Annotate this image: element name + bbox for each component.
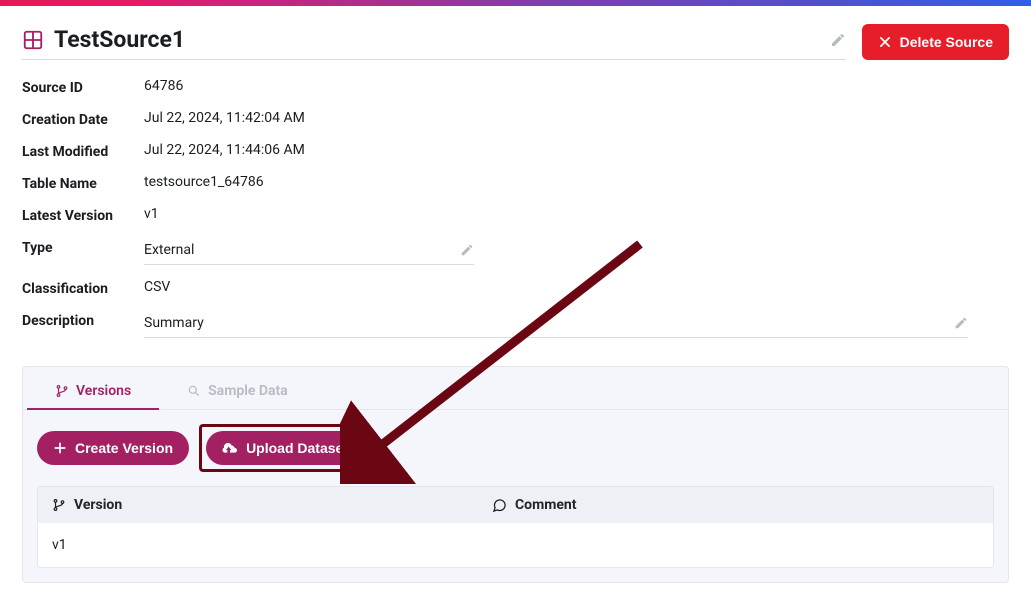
cloud-upload-icon	[222, 441, 238, 455]
close-icon	[878, 35, 892, 49]
source-id-value: 64786	[144, 78, 1009, 96]
versions-table: Version Comment v1	[37, 486, 994, 568]
create-version-button[interactable]: Create Version	[37, 431, 189, 465]
delete-source-label: Delete Source	[900, 34, 993, 50]
description-label: Description	[22, 311, 144, 338]
branch-icon	[55, 384, 69, 398]
row-comment-value	[492, 537, 979, 553]
comment-icon	[492, 498, 507, 513]
tab-sample-data[interactable]: Sample Data	[179, 377, 296, 409]
col-header-comment: Comment	[492, 497, 979, 513]
last-modified-value: Jul 22, 2024, 11:44:06 AM	[144, 142, 1009, 160]
branch-icon	[52, 498, 66, 512]
description-field[interactable]: Summary	[144, 311, 1009, 338]
meta-table: Source ID 64786 Creation Date Jul 22, 20…	[22, 78, 1009, 338]
classification-label: Classification	[22, 279, 144, 297]
description-value: Summary	[144, 315, 954, 331]
source-id-label: Source ID	[22, 78, 144, 96]
tabs-card: Versions Sample Data Create Version Uplo…	[22, 366, 1009, 583]
table-row[interactable]: v1	[38, 523, 993, 567]
last-modified-label: Last Modified	[22, 142, 144, 160]
create-version-label: Create Version	[75, 440, 173, 456]
latest-version-value: v1	[144, 206, 1009, 224]
row-version-value: v1	[52, 537, 492, 553]
type-value: External	[144, 242, 460, 258]
tab-versions-label: Versions	[76, 383, 131, 399]
title-block: TestSource1	[22, 24, 846, 60]
tab-sample-data-label: Sample Data	[208, 383, 288, 399]
edit-description-icon[interactable]	[954, 316, 968, 330]
button-row: Create Version Upload Dataset	[23, 410, 1008, 486]
latest-version-label: Latest Version	[22, 206, 144, 224]
search-data-icon	[187, 384, 201, 398]
header-row: TestSource1 Delete Source	[22, 24, 1009, 60]
col-version-label: Version	[74, 497, 122, 513]
type-label: Type	[22, 238, 144, 265]
creation-date-value: Jul 22, 2024, 11:42:04 AM	[144, 110, 1009, 128]
tab-versions[interactable]: Versions	[47, 377, 139, 409]
creation-date-label: Creation Date	[22, 110, 144, 128]
page-title: TestSource1	[54, 26, 820, 53]
classification-value: CSV	[144, 279, 1009, 297]
col-comment-label: Comment	[515, 497, 576, 513]
table-header: Version Comment	[38, 487, 993, 523]
edit-title-icon[interactable]	[830, 32, 846, 48]
tabs-row: Versions Sample Data	[23, 367, 1008, 410]
type-field[interactable]: External	[144, 238, 1009, 265]
plus-icon	[53, 441, 67, 455]
table-name-value: testsource1_64786	[144, 174, 1009, 192]
edit-type-icon[interactable]	[460, 243, 474, 257]
col-header-version: Version	[52, 497, 492, 513]
delete-source-button[interactable]: Delete Source	[862, 24, 1009, 60]
table-name-label: Table Name	[22, 174, 144, 192]
upload-dataset-label: Upload Dataset	[246, 440, 348, 456]
grid-icon	[22, 29, 44, 51]
upload-highlight-box: Upload Dataset	[199, 424, 371, 472]
upload-dataset-button[interactable]: Upload Dataset	[206, 431, 364, 465]
